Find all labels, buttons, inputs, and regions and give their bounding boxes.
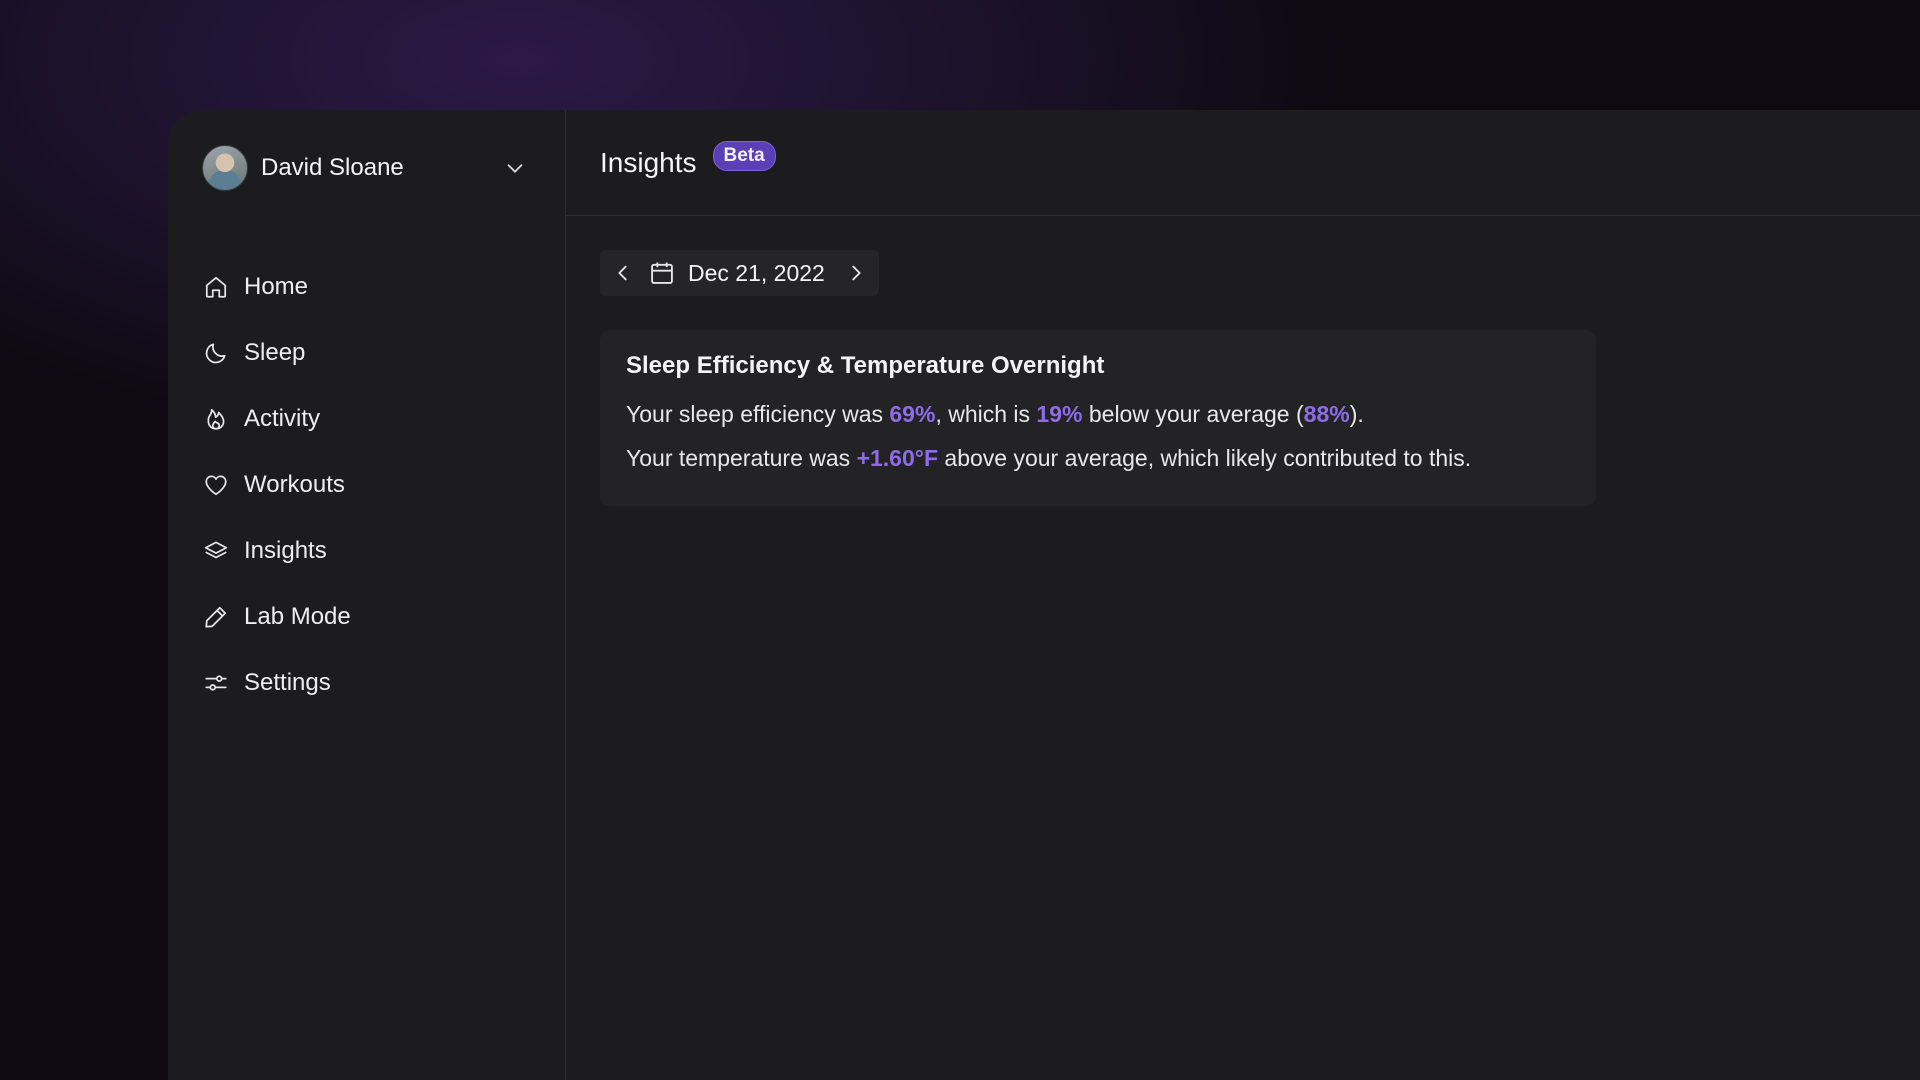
app-window: David Sloane Home Sleep Activity Workout… — [168, 110, 1920, 1080]
text-segment: below your average ( — [1082, 401, 1304, 427]
sidebar-item-settings[interactable]: Settings — [168, 650, 565, 716]
sidebar-item-home[interactable]: Home — [168, 254, 565, 320]
heart-icon — [202, 471, 230, 499]
sidebar-item-label: Sleep — [244, 339, 306, 366]
chevron-left-icon — [618, 265, 627, 281]
next-date-button[interactable] — [843, 260, 869, 286]
user-name: David Sloane — [261, 154, 404, 181]
text-segment: above your average, which likely contrib… — [938, 445, 1472, 471]
text-segment: , which is — [935, 401, 1037, 427]
average-efficiency-value: 88% — [1303, 401, 1350, 427]
main-content: Insights Beta Dec 21, 2022 Sleep Efficie… — [566, 110, 1920, 1080]
avatar — [202, 145, 248, 191]
beta-badge: Beta — [712, 140, 776, 171]
text-segment: Your temperature was — [626, 445, 857, 471]
date-navigator: Dec 21, 2022 — [600, 250, 879, 296]
insight-card: Sleep Efficiency & Temperature Overnight… — [600, 330, 1596, 506]
sidebar-item-workouts[interactable]: Workouts — [168, 452, 565, 518]
sleep-efficiency-text: Your sleep efficiency was 69%, which is … — [626, 402, 1570, 426]
sliders-icon — [202, 669, 230, 697]
sidebar-item-insights[interactable]: Insights — [168, 518, 565, 584]
sidebar-item-label: Activity — [244, 405, 321, 432]
sidebar-item-label: Insights — [244, 537, 327, 564]
efficiency-diff-value: 19% — [1036, 401, 1083, 427]
sidebar-item-label: Settings — [244, 669, 331, 696]
page-title: Insights — [600, 146, 697, 178]
user-menu[interactable]: David Sloane — [202, 144, 534, 192]
calendar-icon[interactable] — [648, 259, 676, 287]
current-date: Dec 21, 2022 — [688, 259, 825, 286]
chevron-down-icon[interactable] — [504, 157, 526, 179]
previous-date-button[interactable] — [610, 260, 636, 286]
moon-icon — [202, 339, 230, 367]
layers-icon — [202, 537, 230, 565]
insight-title: Sleep Efficiency & Temperature Overnight — [626, 352, 1105, 379]
sidebar-item-lab-mode[interactable]: Lab Mode — [168, 584, 565, 650]
sidebar-item-activity[interactable]: Activity — [168, 386, 565, 452]
text-segment: Your sleep efficiency was — [626, 401, 890, 427]
pencil-icon — [202, 603, 230, 631]
sidebar-item-sleep[interactable]: Sleep — [168, 320, 565, 386]
temperature-text: Your temperature was +1.60°F above your … — [626, 446, 1570, 470]
text-segment: ). — [1349, 401, 1364, 427]
sidebar: David Sloane Home Sleep Activity Workout… — [168, 110, 566, 1080]
sidebar-item-label: Lab Mode — [244, 603, 351, 630]
page-header: Insights Beta — [566, 110, 1920, 216]
temperature-value: +1.60°F — [856, 445, 939, 471]
chevron-right-icon — [852, 265, 861, 281]
sidebar-item-label: Home — [244, 273, 309, 300]
sidebar-nav: Home Sleep Activity Workouts Insights La… — [168, 254, 565, 716]
sidebar-item-label: Workouts — [244, 471, 345, 498]
efficiency-value: 69% — [889, 401, 936, 427]
home-icon — [202, 273, 230, 301]
flame-icon — [202, 405, 230, 433]
